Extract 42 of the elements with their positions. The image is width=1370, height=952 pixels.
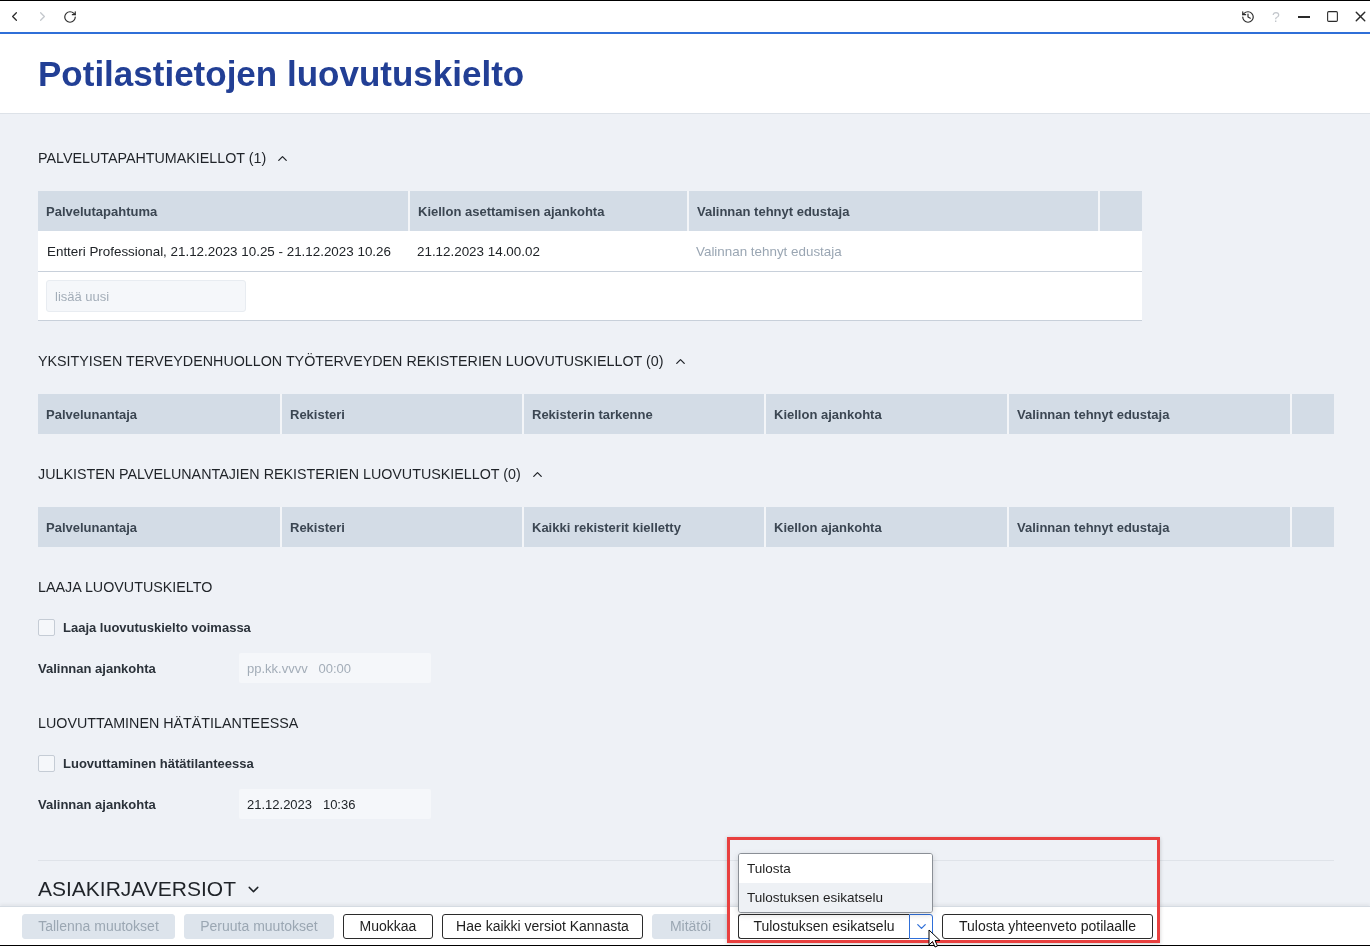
column-header: Palvelunantaja — [38, 507, 280, 547]
reload-icon — [63, 9, 77, 24]
column-header: Kiellon asettamisen ajankohta — [408, 191, 687, 231]
date-time-field[interactable]: 21.12.2023 10:36 — [239, 789, 431, 819]
section-title: ASIAKIRJAVERSIOT — [38, 877, 236, 901]
column-header: Kiellon ajankohta — [764, 507, 1007, 547]
footer-button[interactable]: Muokkaa — [343, 913, 433, 939]
date-time-field[interactable]: pp.kk.vvvv 00:00 — [239, 653, 431, 683]
menu-item[interactable]: Tulostuksen esikatselu — [739, 882, 932, 912]
checkbox-label: Luovuttaminen hätätilanteessa — [63, 755, 254, 771]
column-header: Rekisteri — [280, 394, 522, 434]
column-header: Valinnan tehnyt edustaja — [1007, 394, 1290, 434]
column-header: Valinnan tehnyt edustaja — [687, 191, 1098, 231]
column-header: Rekisteri — [280, 507, 522, 547]
section-title: YKSITYISEN TERVEYDENHUOLLON TYÖTERVEYDEN REKISTERIEN LUOVUTUSKIELLOT (0) — [38, 352, 664, 371]
checkbox[interactable] — [38, 618, 55, 636]
checkbox-label: Laaja luovutuskielto voimassa — [63, 619, 251, 635]
column-header: Kaikki rekisterit kielletty — [522, 507, 764, 547]
footer-button[interactable]: Tulosta yhteenveto potilaalle — [942, 913, 1153, 939]
section-title: PALVELUTAPAHTUMAKIELLOT (1) — [38, 149, 267, 168]
page-title: Potilastietojen luovutuskielto — [38, 53, 525, 94]
print-preview-button[interactable]: Tulostuksen esikatselu — [738, 913, 909, 939]
footer-button[interactable]: Hae kaikki versiot Kannasta — [442, 913, 643, 939]
column-header: Kiellon ajankohta — [764, 394, 1007, 434]
checkbox[interactable] — [38, 754, 55, 772]
field-label: Valinnan ajankohta — [38, 660, 157, 676]
minimize-icon — [1298, 15, 1310, 18]
maximize-icon — [1325, 10, 1339, 23]
column-header: Palvelunantaja — [38, 394, 280, 434]
add-new-field[interactable]: lisää uusi — [46, 280, 246, 312]
dropdown-toggle[interactable] — [909, 913, 933, 939]
clock-icon — [1241, 9, 1255, 24]
menu-item[interactable]: Tulosta — [739, 853, 932, 883]
column-header: Palvelutapahtuma — [38, 191, 408, 231]
section-title: JULKISTEN PALVELUNANTAJIEN REKISTERIEN LUOVUTUSKIELLOT (0) — [38, 465, 521, 484]
column-header: Rekisterin tarkenne — [522, 394, 764, 434]
section-title: LUOVUTTAMINEN HÄTÄTILANTEESSA — [38, 714, 299, 733]
table-cell: 21.12.2023 14.00.02 — [408, 231, 687, 272]
field-label: Valinnan ajankohta — [38, 796, 157, 812]
column-header: Valinnan tehnyt edustaja — [1007, 507, 1290, 547]
section-title: LAAJA LUOVUTUSKIELTO — [38, 578, 213, 597]
table-cell: Entteri Professional, 21.12.2023 10.25 - 21.12.2023 10.26 — [38, 231, 408, 272]
